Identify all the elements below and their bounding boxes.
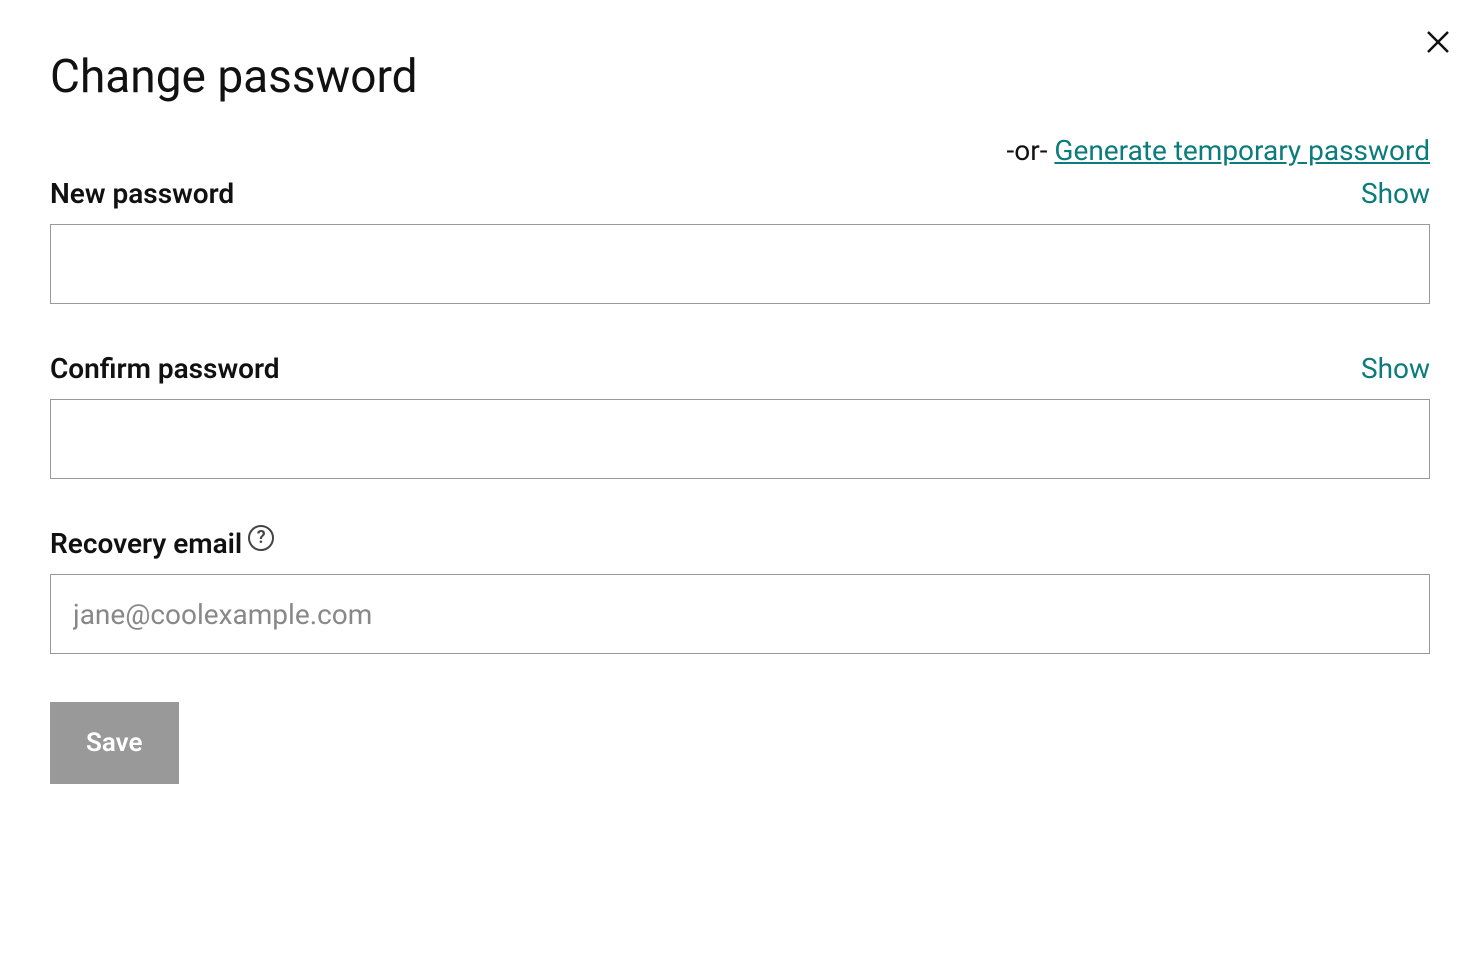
or-text: -or-	[1007, 134, 1055, 167]
help-icon[interactable]: ?	[248, 525, 274, 551]
label-row: New password Show	[50, 177, 1430, 210]
recovery-email-label: Recovery email ?	[50, 527, 274, 560]
label-row: Recovery email ?	[50, 527, 1430, 560]
recovery-email-label-text: Recovery email	[50, 527, 242, 560]
close-button[interactable]	[1416, 20, 1460, 64]
new-password-group: New password Show	[50, 177, 1430, 304]
label-row: Confirm password Show	[50, 352, 1430, 385]
confirm-password-group: Confirm password Show	[50, 352, 1430, 479]
show-confirm-password-button[interactable]: Show	[1361, 352, 1430, 385]
generate-row: -or- Generate temporary password	[50, 134, 1430, 167]
confirm-password-input[interactable]	[50, 399, 1430, 479]
recovery-email-group: Recovery email ?	[50, 527, 1430, 654]
save-button[interactable]: Save	[50, 702, 179, 784]
confirm-password-label: Confirm password	[50, 352, 280, 385]
show-new-password-button[interactable]: Show	[1361, 177, 1430, 210]
close-icon	[1423, 27, 1453, 57]
new-password-input[interactable]	[50, 224, 1430, 304]
page-title: Change password	[50, 50, 1430, 104]
new-password-label: New password	[50, 177, 234, 210]
generate-temp-password-link[interactable]: Generate temporary password	[1054, 134, 1430, 167]
recovery-email-input[interactable]	[50, 574, 1430, 654]
